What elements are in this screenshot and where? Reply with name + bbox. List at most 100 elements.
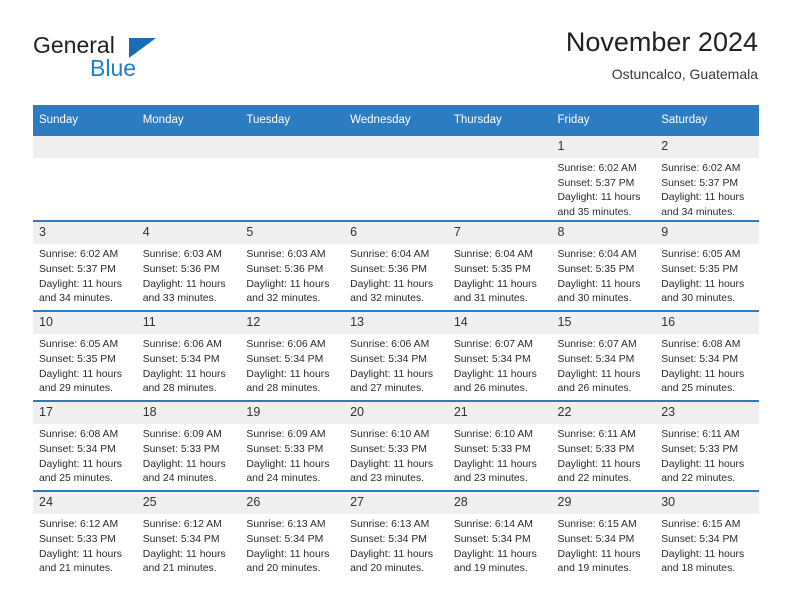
day-details: Sunrise: 6:06 AM Sunset: 5:34 PM Dayligh… [137,334,241,396]
sunrise-text: Sunrise: 6:13 AM [350,519,430,531]
day-number: 7 [447,222,552,245]
sunset-text: Sunset: 5:37 PM [557,177,635,189]
sunrise-text: Sunrise: 6:06 AM [246,339,326,351]
day-cell[interactable] [344,133,448,222]
day-cell[interactable]: 3 Sunrise: 6:02 AM Sunset: 5:37 PM Dayli… [33,220,137,312]
day-cell[interactable]: 16 Sunrise: 6:08 AM Sunset: 5:34 PM Dayl… [655,310,759,402]
sunrise-text: Sunrise: 6:12 AM [39,519,119,531]
day-cell[interactable]: 8 Sunrise: 6:04 AM Sunset: 5:35 PM Dayli… [551,220,656,312]
sunset-text: Sunset: 5:34 PM [246,353,324,365]
day-details: Sunrise: 6:11 AM Sunset: 5:33 PM Dayligh… [655,424,759,486]
sunrise-text: Sunrise: 6:03 AM [246,249,326,261]
day-cell[interactable]: 5 Sunrise: 6:03 AM Sunset: 5:36 PM Dayli… [240,220,345,312]
day-number: 28 [447,492,552,515]
page-header: General Blue November 2024 Ostuncalco, G… [33,26,758,98]
day-cell[interactable]: 17 Sunrise: 6:08 AM Sunset: 5:34 PM Dayl… [33,400,137,492]
daylight-text: Daylight: 11 hours and 30 minutes. [661,278,745,305]
day-details [240,158,344,162]
day-details: Sunrise: 6:13 AM Sunset: 5:34 PM Dayligh… [344,514,448,576]
day-details: Sunrise: 6:12 AM Sunset: 5:33 PM Dayligh… [33,514,137,576]
day-cell[interactable]: 30 Sunrise: 6:15 AM Sunset: 5:34 PM Dayl… [655,490,759,581]
sunset-text: Sunset: 5:33 PM [661,443,739,455]
day-number: 25 [136,492,241,515]
sunrise-text: Sunrise: 6:09 AM [246,429,326,441]
sunset-text: Sunset: 5:34 PM [453,353,531,365]
daylight-text: Daylight: 11 hours and 23 minutes. [453,458,537,485]
day-number: 13 [344,312,448,335]
day-details: Sunrise: 6:08 AM Sunset: 5:34 PM Dayligh… [33,424,137,486]
logo-word-blue: Blue [90,55,137,81]
day-number: 6 [344,222,448,245]
daylight-text: Daylight: 11 hours and 29 minutes. [39,368,122,395]
day-cell[interactable]: 27 Sunrise: 6:13 AM Sunset: 5:34 PM Dayl… [344,490,448,581]
day-details: Sunrise: 6:02 AM Sunset: 5:37 PM Dayligh… [655,158,759,220]
sunset-text: Sunset: 5:33 PM [142,443,220,455]
day-cell[interactable] [240,133,345,222]
day-cell[interactable]: 6 Sunrise: 6:04 AM Sunset: 5:36 PM Dayli… [344,220,448,312]
day-details: Sunrise: 6:15 AM Sunset: 5:34 PM Dayligh… [552,514,656,576]
calendar-table: Sunday Monday Tuesday Wednesday Thursday… [33,105,759,581]
day-cell[interactable]: 1 Sunrise: 6:02 AM Sunset: 5:37 PM Dayli… [551,133,656,222]
daylight-text: Daylight: 11 hours and 25 minutes. [661,368,745,395]
day-cell[interactable]: 21 Sunrise: 6:10 AM Sunset: 5:33 PM Dayl… [447,400,552,492]
day-details: Sunrise: 6:07 AM Sunset: 5:34 PM Dayligh… [552,334,656,396]
sunset-text: Sunset: 5:33 PM [39,533,116,545]
sunrise-text: Sunrise: 6:07 AM [557,339,637,351]
day-number: 18 [136,402,241,425]
sunrise-text: Sunrise: 6:06 AM [142,339,222,351]
daylight-text: Daylight: 11 hours and 19 minutes. [453,548,537,575]
daylight-text: Daylight: 11 hours and 34 minutes. [661,192,745,218]
day-cell[interactable]: 18 Sunrise: 6:09 AM Sunset: 5:33 PM Dayl… [136,400,241,492]
day-cell[interactable]: 4 Sunrise: 6:03 AM Sunset: 5:36 PM Dayli… [136,220,241,312]
day-cell[interactable]: 9 Sunrise: 6:05 AM Sunset: 5:35 PM Dayli… [655,220,759,312]
day-cell[interactable]: 10 Sunrise: 6:05 AM Sunset: 5:35 PM Dayl… [33,310,137,402]
sunset-text: Sunset: 5:34 PM [39,443,116,455]
day-cell[interactable]: 28 Sunrise: 6:14 AM Sunset: 5:34 PM Dayl… [447,490,552,581]
day-number: 3 [33,222,137,245]
sunrise-text: Sunrise: 6:12 AM [142,519,222,531]
day-number: 20 [344,402,448,425]
day-number: 15 [551,312,656,335]
day-cell[interactable]: 23 Sunrise: 6:11 AM Sunset: 5:33 PM Dayl… [655,400,759,492]
sunrise-text: Sunrise: 6:04 AM [557,249,637,261]
day-cell[interactable]: 11 Sunrise: 6:06 AM Sunset: 5:34 PM Dayl… [136,310,241,402]
day-cell[interactable]: 7 Sunrise: 6:04 AM Sunset: 5:35 PM Dayli… [447,220,552,312]
day-number [33,136,137,158]
sunset-text: Sunset: 5:33 PM [246,443,324,455]
day-cell[interactable]: 19 Sunrise: 6:09 AM Sunset: 5:33 PM Dayl… [240,400,345,492]
day-number [240,136,345,158]
sunset-text: Sunset: 5:33 PM [350,443,427,455]
day-cell[interactable]: 29 Sunrise: 6:15 AM Sunset: 5:34 PM Dayl… [551,490,656,581]
day-cell[interactable] [447,133,552,222]
day-cell[interactable] [136,133,241,222]
day-cell[interactable]: 25 Sunrise: 6:12 AM Sunset: 5:34 PM Dayl… [136,490,241,581]
day-cell[interactable]: 20 Sunrise: 6:10 AM Sunset: 5:33 PM Dayl… [344,400,448,492]
day-cell[interactable]: 26 Sunrise: 6:13 AM Sunset: 5:34 PM Dayl… [240,490,345,581]
day-cell[interactable]: 14 Sunrise: 6:07 AM Sunset: 5:34 PM Dayl… [447,310,552,402]
sunset-text: Sunset: 5:35 PM [39,353,116,365]
day-number: 23 [655,402,759,425]
sunset-text: Sunset: 5:34 PM [661,533,739,545]
day-number: 10 [33,312,137,335]
sunrise-text: Sunrise: 6:09 AM [142,429,222,441]
sunrise-text: Sunrise: 6:10 AM [350,429,430,441]
sunrise-text: Sunrise: 6:11 AM [661,429,740,441]
sunrise-text: Sunrise: 6:11 AM [557,429,636,441]
day-cell[interactable]: 22 Sunrise: 6:11 AM Sunset: 5:33 PM Dayl… [551,400,656,492]
sunset-text: Sunset: 5:34 PM [453,533,531,545]
day-details: Sunrise: 6:06 AM Sunset: 5:34 PM Dayligh… [344,334,448,396]
daylight-text: Daylight: 11 hours and 24 minutes. [142,458,226,485]
day-cell[interactable]: 15 Sunrise: 6:07 AM Sunset: 5:34 PM Dayl… [551,310,656,402]
daylight-text: Daylight: 11 hours and 20 minutes. [246,548,330,575]
day-cell[interactable]: 13 Sunrise: 6:06 AM Sunset: 5:34 PM Dayl… [344,310,448,402]
sunrise-text: Sunrise: 6:02 AM [557,163,637,174]
day-details: Sunrise: 6:11 AM Sunset: 5:33 PM Dayligh… [552,424,656,486]
day-cell[interactable]: 2 Sunrise: 6:02 AM Sunset: 5:37 PM Dayli… [655,133,759,222]
weekday-header-monday: Monday [136,105,241,135]
day-cell[interactable]: 24 Sunrise: 6:12 AM Sunset: 5:33 PM Dayl… [33,490,137,581]
day-cell[interactable] [33,133,137,222]
day-details: Sunrise: 6:15 AM Sunset: 5:34 PM Dayligh… [655,514,759,576]
daylight-text: Daylight: 11 hours and 21 minutes. [39,548,122,575]
day-cell[interactable]: 12 Sunrise: 6:06 AM Sunset: 5:34 PM Dayl… [240,310,345,402]
page-subtitle: Ostuncalco, Guatemala [611,66,758,82]
